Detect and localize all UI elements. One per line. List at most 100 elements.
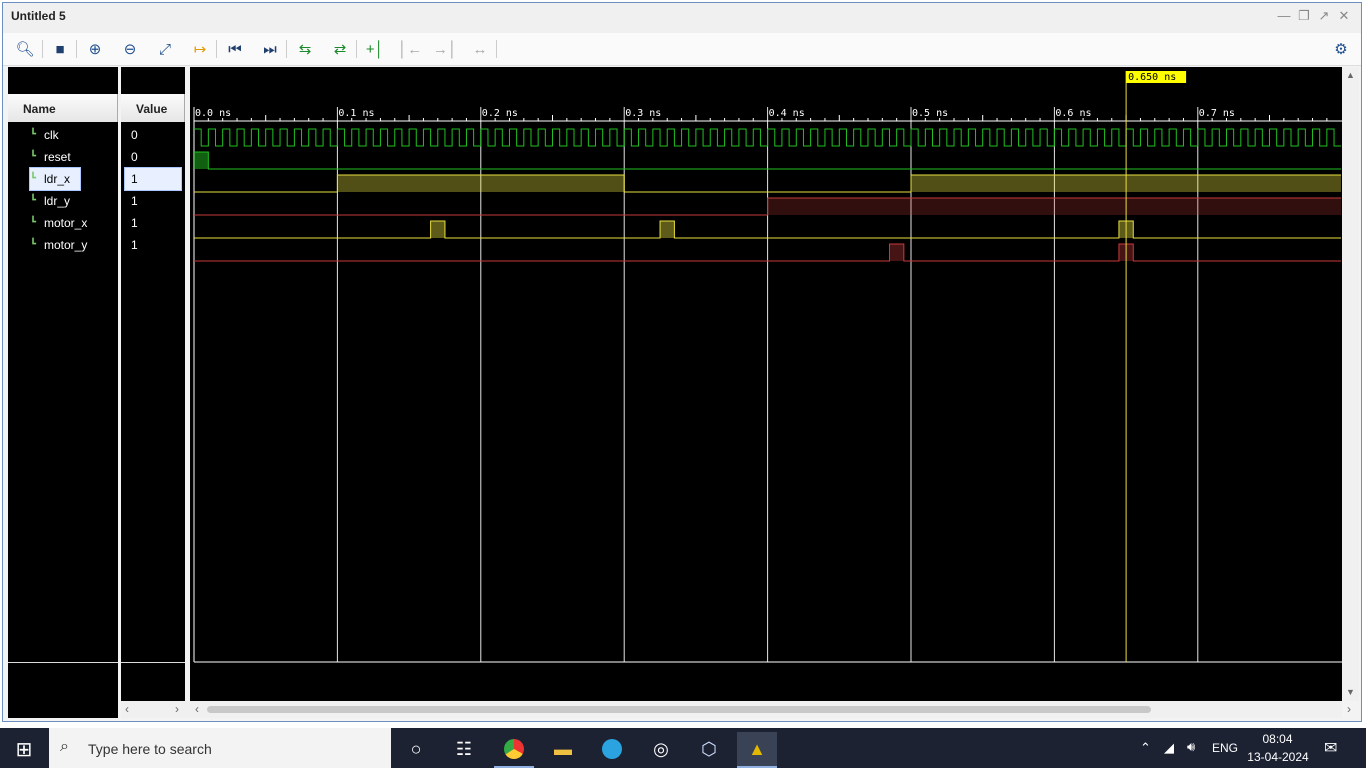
level-high-fill	[409, 129, 416, 146]
file-explorer-icon[interactable]: ▬	[543, 732, 583, 766]
chrome-icon[interactable]	[494, 732, 534, 768]
close-icon[interactable]: ✕	[1336, 8, 1352, 24]
zoom-fit-icon[interactable]: ⤢	[153, 38, 177, 60]
level-high-fill	[366, 129, 373, 146]
level-high-fill	[639, 129, 646, 146]
swap-cursors-icon[interactable]: ↔	[468, 38, 492, 60]
level-high-fill	[753, 129, 760, 146]
level-high-fill	[430, 221, 445, 238]
level-high-fill	[1198, 129, 1205, 146]
horizontal-scrollbar-thumb[interactable]	[207, 706, 1151, 713]
go-to-start-icon[interactable]: ⏮︎	[223, 38, 247, 60]
scroll-right-icon[interactable]: ›	[175, 702, 179, 716]
signal-row-motor-y[interactable]: ┗ motor_y	[30, 234, 118, 256]
level-high-fill	[710, 129, 717, 146]
level-high-fill	[1183, 129, 1190, 146]
horizontal-scroll-area: ‹ › ‹ ›	[121, 701, 1351, 718]
clock-date[interactable]: 13-04-2024	[1247, 750, 1309, 764]
name-column-header[interactable]: Name	[8, 94, 118, 122]
ruler-tick-label: 0.2 ns	[482, 108, 518, 119]
vivado-icon[interactable]: ▲	[737, 732, 777, 768]
telegram-icon[interactable]	[592, 732, 632, 766]
go-to-end-icon[interactable]: ⏭︎	[258, 38, 282, 60]
waveform-canvas: 0.0 ns 0.1 ns 0.2 ns 0.3 ns 0.4 ns 0.5 ns 0.6 …	[193, 71, 1342, 663]
zoom-in-icon[interactable]: ⊕	[83, 38, 107, 60]
save-icon[interactable]: ■	[48, 38, 72, 60]
level-high-fill	[481, 129, 488, 146]
search-icon[interactable]: 🔍︎	[13, 38, 37, 60]
obs-icon[interactable]: ◎	[641, 732, 681, 766]
signal-value: 0	[131, 150, 138, 164]
level-high-fill	[337, 129, 344, 146]
wave-scroll-left-icon[interactable]: ‹	[195, 702, 199, 716]
add-marker-icon[interactable]: +│	[363, 38, 387, 60]
level-high-fill	[968, 129, 975, 146]
signal-icon: ┗	[30, 129, 37, 140]
level-high-fill	[581, 129, 588, 146]
network-icon[interactable]: ◢	[1164, 740, 1174, 756]
signal-icon: ┗	[30, 239, 37, 250]
level-high-fill	[323, 129, 330, 146]
level-high-fill	[1011, 129, 1018, 146]
signal-value: 1	[131, 238, 138, 252]
level-high-fill	[1069, 129, 1076, 146]
level-high-fill	[839, 129, 846, 146]
task-view-icon[interactable]: ☷	[444, 732, 484, 766]
level-high-fill	[940, 129, 947, 146]
trace-line	[194, 128, 1341, 147]
level-high-fill	[380, 129, 387, 146]
minimize-icon[interactable]: —	[1276, 8, 1292, 24]
wave-scroll-right-icon[interactable]: ›	[1347, 702, 1351, 716]
windows-start-icon[interactable]: ⊞	[4, 732, 44, 766]
previous-transition-icon[interactable]: ⇆	[293, 38, 317, 60]
level-high-fill	[983, 129, 990, 146]
goto-cursor-icon[interactable]: ↦	[188, 38, 212, 60]
waveform-panel[interactable]: 0.0 ns 0.1 ns 0.2 ns 0.3 ns 0.4 ns 0.5 ns 0.6 …	[190, 67, 1342, 701]
signal-row-ldr-x[interactable]: ┗ ldr_x	[29, 167, 81, 191]
signal-icon: ┗	[30, 151, 37, 162]
level-high-fill	[1212, 129, 1219, 146]
level-high-fill	[194, 129, 201, 146]
signal-row-reset[interactable]: ┗ reset	[30, 146, 118, 168]
value-column-header[interactable]: Value	[121, 94, 185, 122]
virtualbox-icon[interactable]: ⬡	[689, 732, 729, 766]
level-high-fill	[1054, 129, 1061, 146]
level-high-fill	[1327, 129, 1334, 146]
scroll-left-icon[interactable]: ‹	[125, 702, 129, 716]
notifications-icon[interactable]: ✉	[1324, 738, 1337, 758]
level-high-fill	[1298, 129, 1305, 146]
level-high-fill	[567, 129, 574, 146]
level-high-fill	[768, 129, 775, 146]
scroll-up-icon[interactable]: ▲	[1346, 70, 1355, 80]
level-high-fill	[811, 129, 818, 146]
settings-icon[interactable]: ⚙	[1329, 38, 1353, 60]
clock-time[interactable]: 08:04	[1250, 732, 1305, 746]
volume-icon[interactable]: 🔊︎	[1187, 739, 1195, 755]
window-title: Untitled 5	[11, 9, 66, 23]
signal-value: 0	[131, 128, 138, 142]
language-indicator[interactable]: ENG	[1212, 741, 1238, 755]
ruler-tick-label: 0.4 ns	[769, 108, 805, 119]
restore-icon[interactable]: ❐	[1296, 8, 1312, 24]
scroll-down-icon[interactable]: ▼	[1346, 687, 1355, 697]
vertical-scrollbar[interactable]: ▲ ▼	[1342, 67, 1359, 701]
signal-icon: ┗	[30, 173, 37, 184]
trace-ldr_y	[194, 197, 1341, 216]
level-high-fill	[395, 129, 402, 146]
show-hidden-icons-icon[interactable]: ⌃	[1140, 740, 1151, 756]
level-high-fill	[911, 129, 918, 146]
previous-marker-icon[interactable]: │←	[398, 38, 422, 60]
signal-row-clk[interactable]: ┗ clk	[30, 124, 118, 146]
level-high-fill	[1284, 129, 1291, 146]
next-marker-icon[interactable]: →│	[433, 38, 457, 60]
cortana-icon[interactable]: ○	[396, 732, 436, 766]
maximize-icon[interactable]: ↗	[1316, 8, 1332, 24]
zoom-out-icon[interactable]: ⊖	[118, 38, 142, 60]
next-transition-icon[interactable]: ⇄	[328, 38, 352, 60]
signal-row-ldr-y[interactable]: ┗ ldr_y	[30, 190, 118, 212]
signal-row-motor-x[interactable]: ┗ motor_x	[30, 212, 118, 234]
ruler-tick-label: 0.7 ns	[1199, 108, 1235, 119]
ruler-tick-label: 0.5 ns	[912, 108, 948, 119]
level-high-fill	[223, 129, 230, 146]
level-high-fill	[352, 129, 359, 146]
